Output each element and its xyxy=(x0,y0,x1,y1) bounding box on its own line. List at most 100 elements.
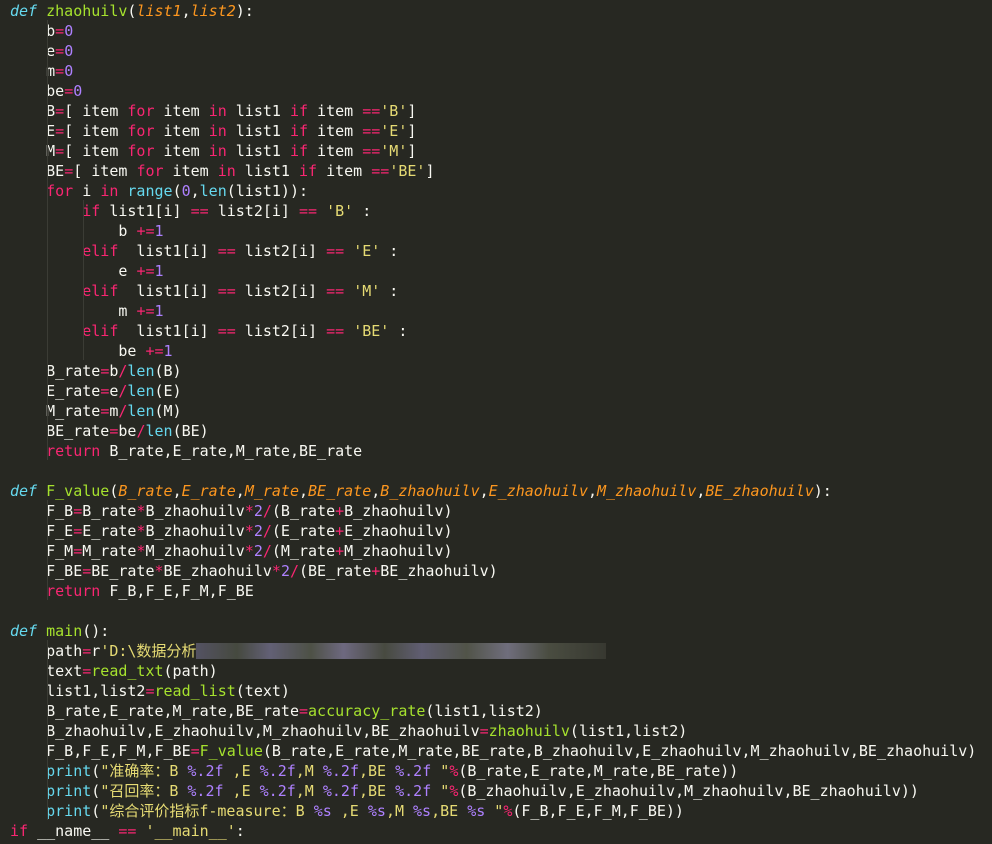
code-line[interactable]: B_rate=b/len(B) xyxy=(0,361,992,381)
code-line[interactable]: print("综合评价指标f-measure：B %s ,E %s,M %s,B… xyxy=(0,801,992,821)
code-token: in xyxy=(208,142,227,160)
code-editor[interactable]: def zhaohuilv(list1,list2): b=0 e=0 m=0 … xyxy=(0,0,992,844)
code-line[interactable]: def main(): xyxy=(0,621,992,641)
code-token: + xyxy=(335,502,345,520)
code-token: e xyxy=(10,262,137,280)
code-token: BE_rate xyxy=(91,562,155,580)
code-line[interactable]: elif list1[i] == list2[i] == 'M' : xyxy=(0,281,992,301)
code-line[interactable]: b +=1 xyxy=(0,221,992,241)
code-token: "召回率：B xyxy=(100,782,188,800)
code-token: 1 xyxy=(154,262,164,280)
code-token: += xyxy=(136,222,155,240)
code-token: 1 xyxy=(163,342,173,360)
code-token: item xyxy=(308,122,363,140)
code-line[interactable]: BE=[ item for item in list1 if item =='B… xyxy=(0,161,992,181)
code-token: ( xyxy=(91,762,101,780)
code-token: [ item xyxy=(64,142,128,160)
code-line[interactable]: print("召回率：B %.2f ,E %.2f,M %.2f,BE %.2f… xyxy=(0,781,992,801)
code-token: = xyxy=(55,102,65,120)
code-token: if xyxy=(289,122,309,140)
code-line[interactable]: M_rate=m/len(M) xyxy=(0,401,992,421)
code-line[interactable]: BE_rate=be/len(BE) xyxy=(0,421,992,441)
code-token: (B_rate xyxy=(271,502,336,520)
code-line[interactable]: def F_value(B_rate,E_rate,M_rate,BE_rate… xyxy=(0,481,992,501)
code-token: F_value xyxy=(199,742,263,760)
code-line[interactable]: b=0 xyxy=(0,21,992,41)
code-token: %.2f xyxy=(187,782,224,800)
code-line[interactable]: for i in range(0,len(list1)): xyxy=(0,181,992,201)
code-token: read_txt xyxy=(91,662,164,680)
code-token: (E_rate xyxy=(271,522,336,540)
code-line[interactable]: path=r'D:\数据分析 xyxy=(0,641,992,661)
code-token: B_zhaohuilv xyxy=(145,522,245,540)
code-line[interactable]: B_rate,E_rate,M_rate,BE_rate=accuracy_ra… xyxy=(0,701,992,721)
code-line[interactable]: be +=1 xyxy=(0,341,992,361)
code-token: b xyxy=(10,22,56,40)
code-token: [ item xyxy=(73,162,137,180)
code-line[interactable]: def zhaohuilv(list1,list2): xyxy=(0,1,992,21)
code-line[interactable]: e=0 xyxy=(0,41,992,61)
code-line[interactable]: print("准确率：B %.2f ,E %.2f,M %.2f,BE %.2f… xyxy=(0,761,992,781)
code-token: len xyxy=(127,362,155,380)
code-token: 'E' xyxy=(380,122,408,140)
code-token: (E) xyxy=(154,382,182,400)
code-token: [ item xyxy=(64,122,128,140)
code-token: BE_zhaohuilv) xyxy=(380,562,498,580)
code-line[interactable]: if __name__ == '__main__': xyxy=(0,821,992,841)
code-lines: def zhaohuilv(list1,list2): b=0 e=0 m=0 … xyxy=(0,1,992,841)
code-token: B_zhaohuilv xyxy=(380,482,480,500)
code-token: BE xyxy=(10,162,65,180)
code-token: (list1,list2) xyxy=(425,702,543,720)
code-token: item xyxy=(154,122,209,140)
code-line[interactable]: F_BE=BE_rate*BE_zhaohuilv*2/(BE_rate+BE_… xyxy=(0,561,992,581)
code-line[interactable]: B=[ item for item in list1 if item =='B'… xyxy=(0,101,992,121)
code-token: == xyxy=(217,322,236,340)
code-line[interactable]: F_E=E_rate*B_zhaohuilv*2/(E_rate+E_zhaoh… xyxy=(0,521,992,541)
code-token: ( xyxy=(172,182,182,200)
code-line[interactable]: list1,list2=read_list(text) xyxy=(0,681,992,701)
code-line[interactable]: return B_rate,E_rate,M_rate,BE_rate xyxy=(0,441,992,461)
code-line[interactable] xyxy=(0,601,992,621)
code-line[interactable]: F_M=M_rate*M_zhaohuilv*2/(M_rate+M_zhaoh… xyxy=(0,541,992,561)
code-token: == xyxy=(217,242,236,260)
code-line[interactable]: F_B,F_E,F_M,F_BE=F_value(B_rate,E_rate,M… xyxy=(0,741,992,761)
code-token: == xyxy=(326,322,345,340)
code-line[interactable]: elif list1[i] == list2[i] == 'E' : xyxy=(0,241,992,261)
code-token: : xyxy=(380,282,399,300)
code-line[interactable] xyxy=(0,461,992,481)
code-line[interactable]: m=0 xyxy=(0,61,992,81)
code-token: , xyxy=(181,2,191,20)
code-token: r xyxy=(91,642,101,660)
code-token: (list1)): xyxy=(226,182,309,200)
code-token: 1 xyxy=(154,222,164,240)
code-token: 2 xyxy=(253,502,263,520)
code-token: (text) xyxy=(235,682,290,700)
code-line[interactable]: m +=1 xyxy=(0,301,992,321)
code-line[interactable]: if list1[i] == list2[i] == 'B' : xyxy=(0,201,992,221)
code-line[interactable]: elif list1[i] == list2[i] == 'BE' : xyxy=(0,321,992,341)
code-token: in xyxy=(208,102,227,120)
code-line[interactable]: E=[ item for item in list1 if item =='E'… xyxy=(0,121,992,141)
code-token: for xyxy=(127,122,155,140)
code-line[interactable]: E_rate=e/len(E) xyxy=(0,381,992,401)
code-token: ] xyxy=(425,162,435,180)
code-token: / xyxy=(262,542,272,560)
code-token: + xyxy=(335,542,345,560)
code-token: (M_rate xyxy=(271,542,336,560)
code-line[interactable]: return F_B,F_E,F_M,F_BE xyxy=(0,581,992,601)
code-line[interactable]: text=read_txt(path) xyxy=(0,661,992,681)
code-line[interactable]: be=0 xyxy=(0,81,992,101)
code-line[interactable]: B_zhaohuilv,E_zhaohuilv,M_zhaohuilv,BE_z… xyxy=(0,721,992,741)
code-token: (B_rate,E_rate,M_rate,BE_rate,B_zhaohuil… xyxy=(262,742,977,760)
code-line[interactable]: M=[ item for item in list1 if item =='M'… xyxy=(0,141,992,161)
indent-guide xyxy=(47,20,48,460)
code-line[interactable]: F_B=B_rate*B_zhaohuilv*2/(B_rate+B_zhaoh… xyxy=(0,501,992,521)
code-token: B_rate,E_rate,M_rate,BE_rate xyxy=(100,442,363,460)
code-line[interactable]: e +=1 xyxy=(0,261,992,281)
code-token: item xyxy=(308,142,363,160)
code-token: return xyxy=(46,442,101,460)
code-token: BE_zhaohuilv xyxy=(705,482,814,500)
code-token: = xyxy=(55,122,65,140)
